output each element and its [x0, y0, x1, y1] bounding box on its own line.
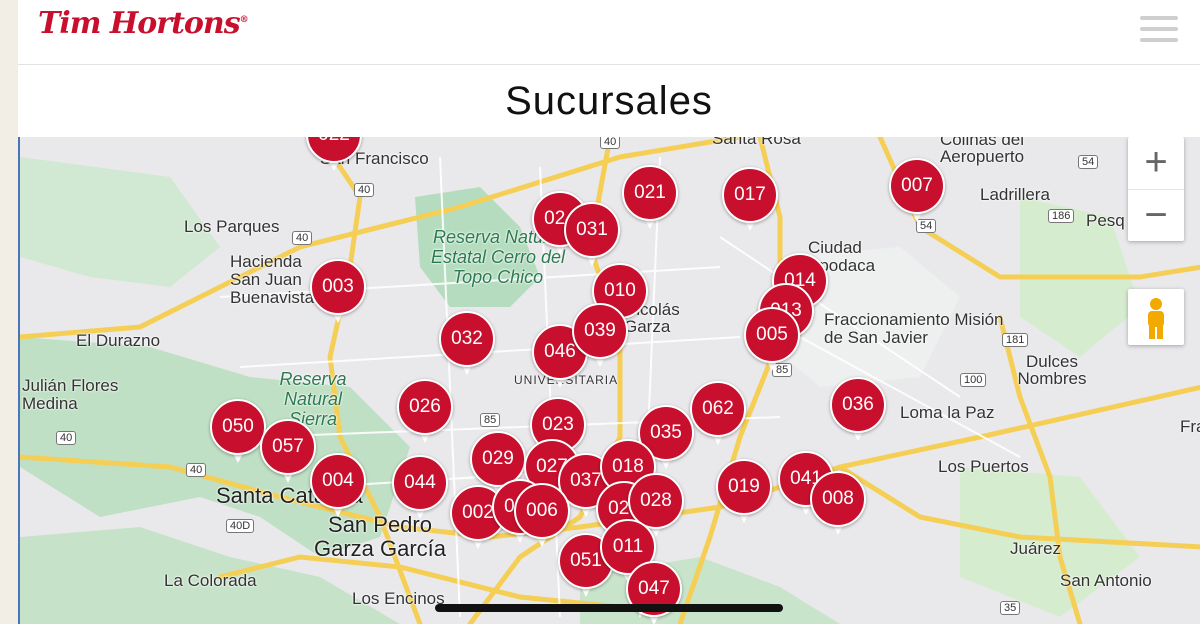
road-shield: 40 [292, 231, 313, 245]
top-header: Tim Hortons® [18, 0, 1200, 65]
zoom-controls: + − [1128, 137, 1184, 241]
marker-label: 022 [306, 137, 362, 163]
branch-marker-050[interactable]: 050 [210, 399, 266, 467]
marker-label: 062 [702, 398, 734, 419]
branch-marker-047[interactable]: 047 [626, 561, 682, 624]
marker-label: 008 [822, 488, 854, 509]
branch-marker-032[interactable]: 032 [439, 311, 495, 379]
road-shield: 40 [354, 183, 375, 197]
tim-hortons-logo[interactable]: Tim Hortons® [38, 6, 249, 41]
home-indicator [435, 604, 783, 612]
marker-label: 032 [451, 328, 483, 349]
marker-label: 036 [842, 394, 874, 415]
zoom-in-button[interactable]: + [1128, 137, 1184, 189]
road-shield: 186 [1048, 209, 1075, 223]
branch-marker-005[interactable]: 005 [744, 307, 800, 375]
place-label: El Durazno [76, 331, 161, 350]
branch-marker-044[interactable]: 044 [392, 455, 448, 523]
marker-label: 057 [272, 436, 304, 457]
place-label: Juárez [1010, 539, 1062, 558]
branch-marker-003[interactable]: 003 [310, 259, 366, 327]
road-shield: 54 [1078, 155, 1099, 169]
marker-label: 021 [634, 182, 666, 203]
branch-marker-021[interactable]: 021 [622, 165, 678, 233]
branch-marker-008[interactable]: 008 [810, 471, 866, 539]
road-shield: 40 [56, 431, 77, 445]
road-shield: 40 [186, 463, 207, 477]
place-label: Santa Rosa [712, 137, 801, 148]
place-label: Los Parques [184, 217, 280, 236]
hamburger-menu-icon[interactable] [1140, 16, 1178, 46]
marker-label: 003 [322, 276, 354, 297]
marker-label: 044 [404, 472, 436, 493]
pegman-icon[interactable] [1128, 289, 1184, 345]
branch-marker-062[interactable]: 062 [690, 381, 746, 449]
marker-label: 026 [409, 396, 441, 417]
marker-label: 019 [728, 476, 760, 497]
marker-label: 017 [734, 184, 766, 205]
place-label: Colinas del Aeropuerto [939, 137, 1025, 166]
place-label: Loma la Paz [900, 403, 995, 422]
branch-marker-017[interactable]: 017 [722, 167, 778, 235]
branch-marker-022[interactable]: 022 [306, 137, 362, 175]
place-label: Dulces Nombres [1017, 352, 1087, 388]
place-label: Fraccionamiento Misión de San Javier [824, 310, 1004, 347]
marker-label: 007 [901, 175, 933, 196]
place-label: Los Puertos [938, 457, 1029, 476]
road-shield: 100 [960, 373, 987, 387]
branch-marker-007[interactable]: 007 [889, 158, 945, 226]
place-label: San Antonio [1060, 571, 1152, 590]
marker-label: 006 [526, 500, 558, 521]
marker-label: 031 [576, 219, 608, 240]
branch-marker-004[interactable]: 004 [310, 453, 366, 521]
place-label: Ladrillera [980, 185, 1050, 204]
road-shield: 85 [480, 413, 501, 427]
marker-label: 004 [322, 470, 354, 491]
branch-marker-039[interactable]: 039 [572, 303, 628, 371]
branch-marker-031[interactable]: 031 [564, 202, 620, 270]
marker-label: 050 [222, 416, 254, 437]
place-label: Los Encinos [352, 589, 445, 608]
page-title-bar: Sucursales [18, 65, 1200, 137]
page-title: Sucursales [505, 79, 713, 123]
road-shield: 35 [1000, 601, 1021, 615]
branches-map[interactable]: Santa Rosa Colinas del Aeropuerto Ladril… [18, 137, 1200, 624]
place-label: Julián Flores Medina [22, 376, 119, 413]
place-label: La Colorada [164, 571, 257, 590]
branch-marker-019[interactable]: 019 [716, 459, 772, 527]
place-label: Fra [1180, 417, 1200, 436]
road-shield: 40D [226, 519, 255, 533]
branch-marker-057[interactable]: 057 [260, 419, 316, 487]
road-shield: 181 [1002, 333, 1029, 347]
marker-label: 039 [584, 320, 616, 341]
road-shield: 40 [600, 137, 621, 149]
zoom-out-button[interactable]: − [1128, 189, 1184, 242]
branch-marker-036[interactable]: 036 [830, 377, 886, 445]
left-edge-strip [0, 0, 18, 624]
branch-marker-026[interactable]: 026 [397, 379, 453, 447]
place-label: Pesq [1086, 211, 1125, 230]
marker-label: 005 [756, 324, 788, 345]
